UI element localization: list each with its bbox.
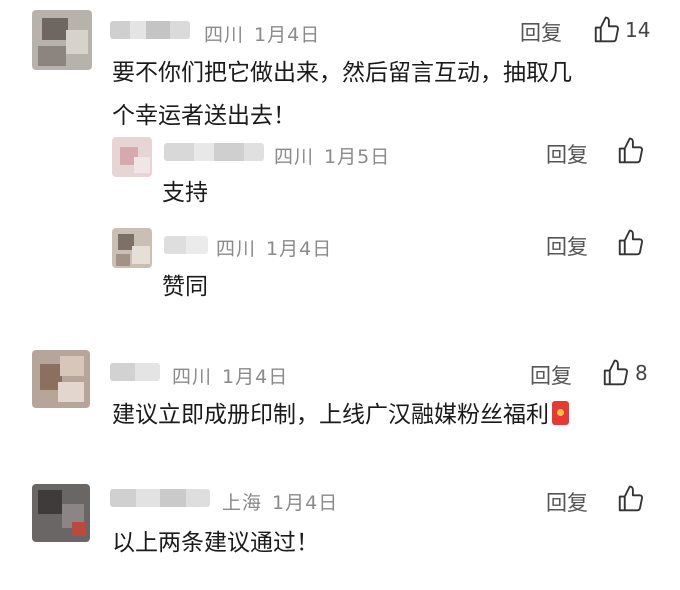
reply-button[interactable]: 回复: [530, 360, 572, 390]
location: 四川: [274, 146, 315, 168]
thumbs-up-icon: [594, 16, 619, 43]
comment-text: 要不你们把它做出来，然后留言互动，抽取几 个幸运者送出去！: [112, 60, 572, 129]
avatar[interactable]: [32, 484, 90, 542]
comment-text: 以上两条建议通过！: [112, 530, 319, 556]
comment-meta: 上海 1月4日: [222, 488, 348, 515]
date: 1月4日: [254, 24, 321, 46]
reply-avatar[interactable]: [112, 228, 152, 268]
like-count: 8: [635, 361, 648, 385]
comment-meta: 四川 1月4日: [204, 20, 330, 47]
location: 四川: [172, 366, 213, 388]
username-blurred[interactable]: [164, 143, 264, 161]
date: 1月4日: [222, 366, 289, 388]
thumbs-up-icon: [618, 229, 643, 256]
thumbs-up-icon: [603, 359, 628, 386]
comment-meta: 四川 1月4日: [172, 362, 298, 389]
thumbs-up-icon: [618, 137, 643, 164]
like-count: 14: [625, 18, 651, 42]
username-blurred[interactable]: [110, 21, 190, 39]
like-button[interactable]: 8: [601, 358, 648, 388]
reply-button[interactable]: 回复: [546, 231, 588, 261]
comment-text: 建议立即成册印制，上线广汉融媒粉丝福利: [112, 394, 569, 437]
date: 1月5日: [324, 146, 391, 168]
reply-text: 支持: [162, 180, 208, 206]
date: 1月4日: [266, 238, 333, 260]
like-button[interactable]: [616, 136, 646, 166]
reply-avatar[interactable]: [112, 137, 152, 177]
avatar[interactable]: [32, 10, 92, 70]
thumbs-up-icon: [618, 485, 643, 512]
username-blurred[interactable]: [110, 363, 160, 381]
username-blurred[interactable]: [164, 236, 208, 254]
reply-button[interactable]: 回复: [546, 487, 588, 517]
reply-button[interactable]: 回复: [520, 17, 562, 47]
location: 上海: [222, 492, 263, 514]
reply-meta: 四川 1月4日: [216, 234, 342, 261]
reply-text: 赞同: [162, 274, 208, 300]
location: 四川: [204, 24, 245, 46]
like-button[interactable]: 14: [592, 15, 650, 45]
avatar[interactable]: [32, 350, 90, 408]
like-button[interactable]: [616, 484, 646, 514]
username-blurred[interactable]: [110, 489, 210, 507]
red-envelope-icon: [552, 401, 569, 425]
date: 1月4日: [272, 492, 339, 514]
like-button[interactable]: [616, 228, 646, 258]
location: 四川: [216, 238, 257, 260]
reply-meta: 四川 1月5日: [274, 142, 400, 169]
reply-button[interactable]: 回复: [546, 139, 588, 169]
